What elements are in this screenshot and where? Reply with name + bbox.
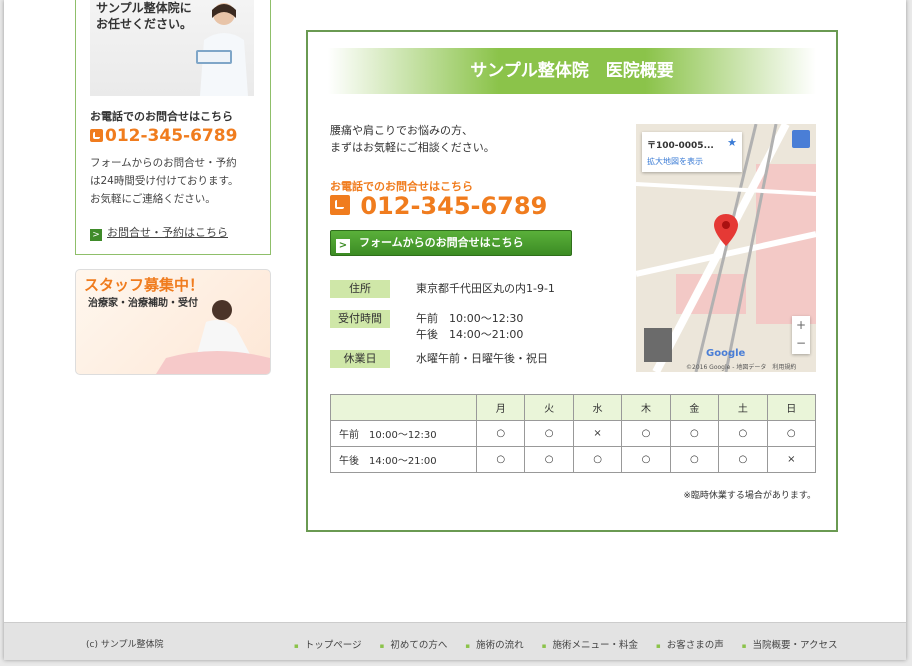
footer-link-voices[interactable]: お客さまの声 — [656, 640, 724, 651]
pegman-icon[interactable] — [792, 130, 810, 148]
schedule-row: 午後 14:00～21:00 ○ ○ ○ ○ ○ ○ × — [330, 446, 817, 473]
schedule-cell: ○ — [524, 420, 574, 447]
schedule-cell: ○ — [475, 446, 526, 473]
schedule-cell: × — [766, 446, 817, 473]
tel-number-block[interactable]: 012-345-6789 — [330, 192, 547, 220]
star-icon[interactable]: ★ — [727, 136, 737, 149]
contact-form-button[interactable]: > フォームからのお問合せはこちら — [330, 230, 572, 256]
footer-link-menu[interactable]: 施術メニュー・料金 — [542, 640, 638, 651]
day-header: 水 — [572, 394, 623, 421]
page: サンプル整体院に お任せください。 お電話でのお問合せはこちら 012-345-… — [4, 0, 906, 660]
phone-icon — [90, 129, 103, 142]
day-header: 金 — [669, 394, 720, 421]
schedule-cell: ○ — [718, 420, 768, 447]
sidebar-description: フォームからのお問合せ・予約 は24時間受け付けております。 お気軽にご連絡くだ… — [90, 154, 265, 208]
sidebar-text-line-3: お気軽にご連絡ください。 — [90, 193, 216, 205]
sidebar-text-line-1: フォームからのお問合せ・予約 — [90, 157, 237, 169]
footer-link-access[interactable]: 当院概要・アクセス — [742, 640, 838, 651]
sidebar-tel[interactable]: 012-345-6789 — [90, 126, 237, 146]
contact-form-button-label: フォームからのお問合せはこちら — [359, 236, 524, 249]
map-zip: 〒100-0005... — [647, 141, 714, 151]
map-copyright: ©2016 Google - 地図データ 利用規約 — [686, 364, 797, 371]
intro-line-2: まずはお気軽にご相談ください。 — [330, 141, 495, 154]
schedule-cell: ○ — [621, 446, 671, 473]
hours-label: 受付時間 — [330, 310, 390, 328]
tel-number[interactable]: 012-345-6789 — [360, 192, 547, 220]
address-value: 東京都千代田区丸の内1-9-1 — [416, 282, 555, 295]
day-header: 土 — [718, 394, 768, 421]
map-enlarge-link[interactable]: 拡大地図を表示 — [647, 156, 703, 167]
schedule-header-row: 月 火 水 木 金 土 日 — [330, 394, 817, 421]
promo-line-1: サンプル整体院に — [96, 1, 192, 15]
schedule-cell: ○ — [766, 420, 817, 447]
intro-line-1: 腰痛や肩こりでお悩みの方、 — [330, 124, 473, 137]
clinic-overview-section: サンプル整体院 医院概要 腰痛や肩こりでお悩みの方、 まずはお気軽にご相談くださ… — [306, 30, 838, 532]
schedule-cell: ○ — [669, 420, 720, 447]
schedule-cell: ○ — [572, 446, 623, 473]
schedule-cell: ○ — [718, 446, 768, 473]
day-header: 月 — [475, 394, 526, 421]
promo-text: サンプル整体院に お任せください。 — [96, 0, 192, 32]
sidebar-text-line-2: は24時間受け付けております。 — [90, 175, 239, 187]
schedule-cell: ○ — [621, 420, 671, 447]
schedule-row-label: 午前 10:00～12:30 — [330, 420, 477, 447]
chevron-right-icon: > — [90, 229, 102, 241]
sidebar-tel-number[interactable]: 012-345-6789 — [105, 126, 237, 146]
sidebar-contact-link[interactable]: > お問合せ・予約はこちら — [90, 224, 228, 241]
hours-am: 午前 10:00～12:30 — [416, 312, 524, 325]
map-zoom-control: + − — [792, 316, 810, 354]
google-logo: Google — [706, 348, 746, 359]
footer-link-flow[interactable]: 施術の流れ — [465, 640, 523, 651]
phone-icon — [330, 195, 350, 215]
temporary-closure-note: ※臨時休業する場合があります。 — [683, 491, 816, 501]
day-header: 木 — [621, 394, 671, 421]
schedule-table: 月 火 水 木 金 土 日 午前 10:00～12:30 ○ ○ × ○ ○ ○… — [330, 394, 817, 473]
sidebar-promo-image: サンプル整体院に お任せください。 — [90, 0, 254, 96]
hours-pm: 午後 14:00～21:00 — [416, 328, 524, 341]
sidebar-tel-label: お電話でのお問合せはこちら — [90, 110, 233, 123]
nurse-illustration — [196, 3, 248, 96]
address-label: 住所 — [330, 280, 390, 298]
schedule-corner — [330, 394, 477, 421]
schedule-row: 午前 10:00～12:30 ○ ○ × ○ ○ ○ ○ — [330, 420, 817, 447]
section-heading: サンプル整体院 医院概要 — [328, 48, 816, 94]
map-info-card: 〒100-0005... ★ 拡大地図を表示 — [642, 132, 742, 172]
zoom-in-button[interactable]: + — [792, 316, 810, 334]
promo-line-2: お任せください。 — [96, 17, 193, 31]
contact-link-text[interactable]: お問合せ・予約はこちら — [107, 226, 228, 239]
schedule-cell: × — [572, 420, 623, 447]
google-map[interactable]: 〒100-0005... ★ 拡大地図を表示 + − Google ©2016 … — [636, 124, 816, 372]
closed-value: 水曜午前・日曜午後・祝日 — [416, 352, 548, 365]
schedule-cell: ○ — [524, 446, 574, 473]
footer-copyright: (c) サンプル整体院 — [86, 640, 164, 650]
footer: (c) サンプル整体院 トップページ 初めての方へ 施術の流れ 施術メニュー・料… — [4, 622, 906, 660]
footer-link-top[interactable]: トップページ — [294, 640, 362, 651]
day-header: 日 — [766, 394, 817, 421]
therapist-illustration — [156, 300, 270, 374]
intro-text: 腰痛や肩こりでお悩みの方、 まずはお気軽にご相談ください。 — [330, 122, 495, 156]
zoom-out-button[interactable]: − — [792, 334, 810, 352]
chevron-right-icon: > — [336, 239, 350, 253]
staff-recruit-banner[interactable]: スタッフ募集中！ 治療家・治療補助・受付 — [75, 269, 271, 375]
schedule-row-label: 午後 14:00～21:00 — [330, 446, 477, 473]
hours-value: 午前 10:00～12:30 午後 14:00～21:00 — [416, 311, 523, 343]
schedule-cell: ○ — [669, 446, 720, 473]
closed-label: 休業日 — [330, 350, 390, 368]
footer-nav: トップページ 初めての方へ 施術の流れ 施術メニュー・料金 お客さまの声 当院概… — [294, 637, 853, 651]
sidebar-contact-box: サンプル整体院に お任せください。 お電話でのお問合せはこちら 012-345-… — [75, 0, 271, 255]
staff-title: スタッフ募集中！ — [84, 276, 205, 294]
day-header: 火 — [524, 394, 574, 421]
footer-link-first-time[interactable]: 初めての方へ — [380, 640, 448, 651]
schedule-cell: ○ — [475, 420, 526, 447]
